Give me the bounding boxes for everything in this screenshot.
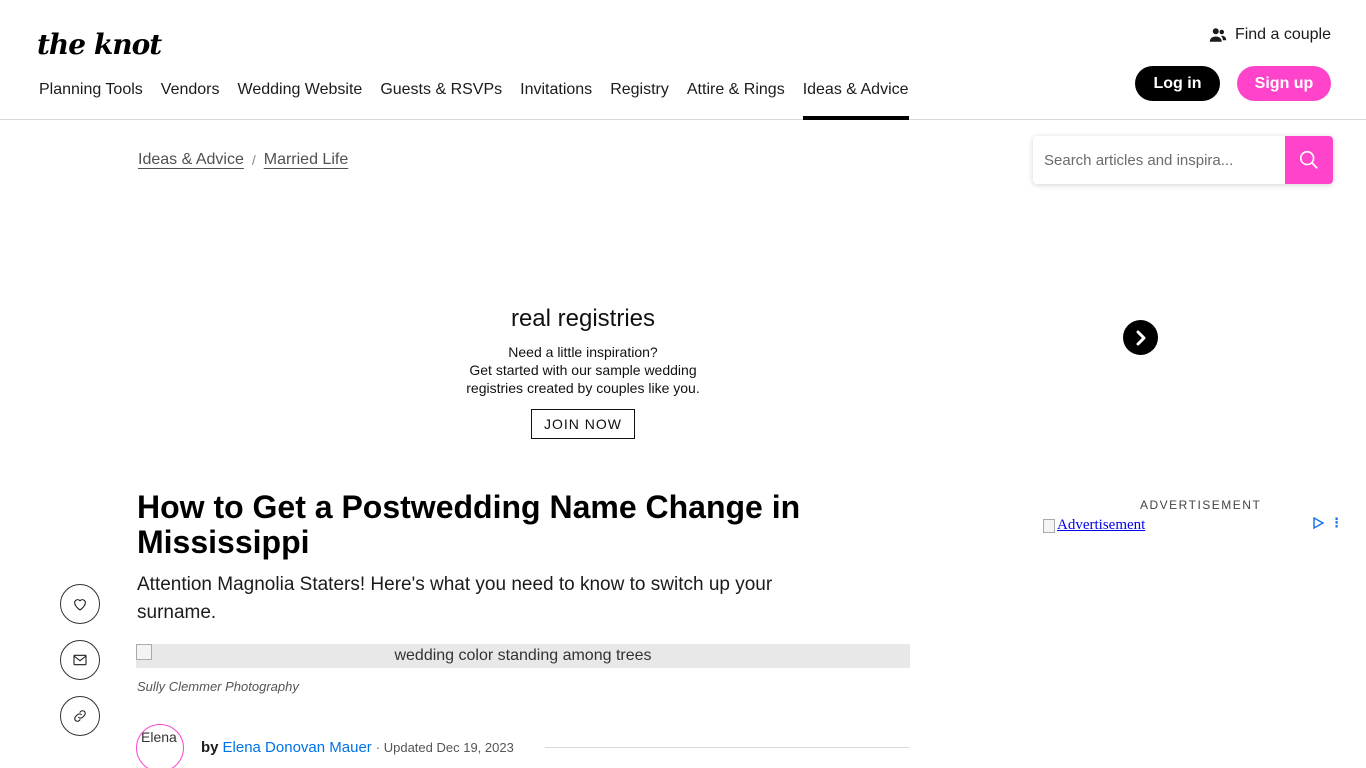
hero-image: wedding color standing among trees [136,644,910,668]
search-box [1033,136,1333,184]
search-input[interactable] [1033,136,1285,184]
byline: by Elena Donovan Mauer · Updated Dec 19,… [201,739,514,756]
author-avatar[interactable]: Elena [136,724,184,768]
ad-next-button[interactable] [1123,320,1158,355]
ad-text-line: registries created by couples like you. [466,380,700,396]
sidebar-ad-link[interactable]: Advertisement [1043,517,1145,534]
site-header: the knot Find a couple Planning Tools Ve… [0,0,1366,120]
search-button[interactable] [1285,136,1333,184]
broken-image-icon [136,644,152,660]
byline-prefix: by [201,739,219,756]
save-heart-button[interactable] [60,584,100,624]
breadcrumb-ideas-advice[interactable]: Ideas & Advice [138,151,244,169]
breadcrumb-married-life[interactable]: Married Life [264,151,348,169]
copy-link-button[interactable] [60,696,100,736]
ad-text-line: Need a little inspiration? [508,344,658,360]
link-icon [74,710,86,722]
nav-ideas-advice[interactable]: Ideas & Advice [802,70,909,120]
breadcrumb-separator: / [251,152,256,168]
nav-planning-tools[interactable]: Planning Tools [39,70,143,120]
author-avatar-alt: Elena [141,729,177,745]
nav-vendors[interactable]: Vendors [161,70,220,120]
ad-text: Need a little inspiration? Get started w… [440,343,726,397]
broken-image-icon [1043,518,1055,533]
nav-invitations[interactable]: Invitations [520,70,592,120]
nav-registry[interactable]: Registry [610,70,669,120]
sidebar-ad-alt: Advertisement [1057,517,1146,533]
main-nav: Planning Tools Vendors Wedding Website G… [39,70,909,120]
article-title: How to Get a Postwedding Name Change in … [137,489,801,560]
advertisement-label: ADVERTISEMENT [1140,498,1262,512]
find-couple-label: Find a couple [1234,26,1331,43]
photo-credit: Sully Clemmer Photography [137,679,299,694]
join-now-button[interactable]: JOIN NOW [531,409,635,439]
nav-guests-rsvps[interactable]: Guests & RSVPs [380,70,502,120]
updated-date: · Updated Dec 19, 2023 [375,740,514,755]
breadcrumb: Ideas & Advice / Married Life [138,151,348,169]
adchoices[interactable]: ⋮ [1312,516,1343,529]
ad-text-line: Get started with our sample wedding [469,362,697,378]
ad-menu-icon[interactable]: ⋮ [1330,516,1343,529]
find-couple-link[interactable]: Find a couple [1209,26,1331,44]
ad-title: real registries [510,305,656,332]
adchoices-icon [1313,517,1324,529]
login-button[interactable]: Log in [1135,66,1220,101]
mail-icon [73,654,87,666]
nav-attire-rings[interactable]: Attire & Rings [687,70,785,120]
signup-button[interactable]: Sign up [1237,66,1331,101]
search-icon [1299,150,1318,169]
users-icon [1209,28,1227,42]
registry-ad-banner: real registries Need a little inspiratio… [440,300,726,439]
heart-icon [74,599,86,611]
site-logo[interactable]: the knot [37,28,162,61]
byline-divider [545,747,910,748]
chevron-right-icon [1136,330,1145,345]
nav-wedding-website[interactable]: Wedding Website [238,70,363,120]
email-share-button[interactable] [60,640,100,680]
author-link[interactable]: Elena Donovan Mauer [223,739,372,756]
article-subtitle: Attention Magnolia Staters! Here's what … [137,574,773,623]
hero-image-alt: wedding color standing among trees [394,647,652,664]
